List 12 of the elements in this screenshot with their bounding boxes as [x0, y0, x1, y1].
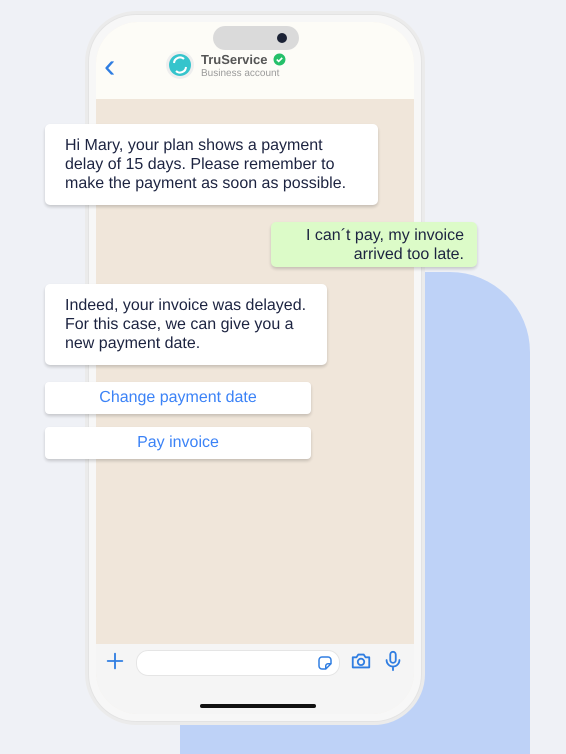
- sticker-icon[interactable]: [316, 654, 334, 672]
- quick-reply-button[interactable]: Change payment date: [45, 382, 311, 414]
- quick-reply-button[interactable]: Pay invoice: [45, 427, 311, 459]
- sent-message: I can´t pay, my invoice arrived too late.: [271, 222, 477, 267]
- plus-icon[interactable]: [104, 650, 126, 672]
- received-message: Indeed, your invoice was delayed. For this case, we can give you a new payment date.: [45, 284, 327, 365]
- message-field[interactable]: [136, 650, 340, 676]
- account-type: Business account: [201, 68, 280, 79]
- received-message: Hi Mary, your plan shows a payment delay of 15 days. Please remember to make the payment as soon as possible.: [45, 124, 378, 205]
- avatar-icon: [166, 51, 194, 79]
- back-button[interactable]: ‹: [104, 53, 144, 79]
- contact-name: TruService: [201, 52, 268, 67]
